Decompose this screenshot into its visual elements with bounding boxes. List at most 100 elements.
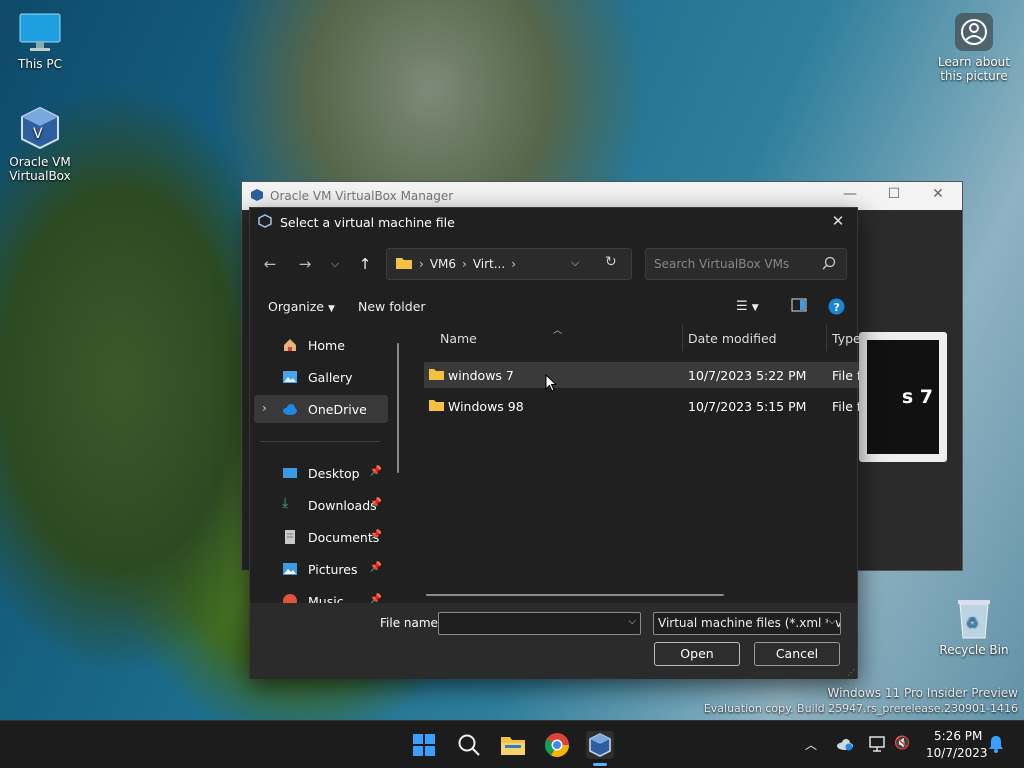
- vm-preview-screen: s 7: [867, 340, 939, 454]
- minimize-button[interactable]: —: [830, 186, 870, 206]
- search-placeholder: Search VirtualBox VMs: [654, 257, 790, 271]
- clock-time[interactable]: 5:26 PM: [934, 729, 982, 743]
- open-button[interactable]: Open: [654, 642, 740, 666]
- navigation-bar: ← → ⌵ ↑ › VM6 › Virt... › ⌵ ↻ Search Vir…: [250, 248, 857, 280]
- desktop-icon-this-pc[interactable]: This PC: [0, 10, 80, 71]
- file-row[interactable]: windows 7 10/7/2023 5:22 PM File fo: [424, 362, 859, 388]
- horizontal-scrollbar[interactable]: [426, 594, 724, 596]
- file-date: 10/7/2023 5:15 PM: [688, 399, 807, 414]
- volume-muted-icon[interactable]: 🔇: [894, 736, 910, 751]
- caret-down-icon: ▼: [327, 304, 335, 314]
- column-header-type[interactable]: Type: [832, 331, 859, 346]
- learn-about-picture[interactable]: Learn about this picture: [934, 12, 1014, 83]
- chevron-down-icon[interactable]: ⌵: [628, 616, 636, 627]
- search-input[interactable]: Search VirtualBox VMs: [645, 248, 847, 280]
- desktop-icon-label: Oracle VM VirtualBox: [9, 155, 71, 183]
- search-icon: [822, 256, 836, 273]
- sidebar-item-documents[interactable]: Documents 📌: [254, 523, 388, 551]
- pin-icon[interactable]: 📌: [370, 466, 382, 477]
- sidebar-divider: [260, 441, 380, 442]
- cloud-icon[interactable]: [836, 737, 854, 754]
- virtualbox-icon: [250, 188, 264, 205]
- forward-arrow-icon[interactable]: →: [295, 254, 315, 274]
- chevron-down-icon[interactable]: ⌵: [325, 254, 345, 274]
- home-icon: [282, 337, 298, 353]
- chrome-icon[interactable]: [543, 731, 571, 759]
- resize-grip-icon[interactable]: ⋰: [847, 668, 855, 677]
- organize-button[interactable]: Organize ▼: [268, 299, 335, 314]
- desktop-icon-label: Recycle Bin: [939, 643, 1009, 657]
- monitor-icon: [18, 10, 62, 54]
- cancel-button[interactable]: Cancel: [754, 642, 840, 666]
- refresh-icon[interactable]: ↻: [605, 254, 617, 270]
- chevron-up-icon[interactable]: ︿: [805, 736, 817, 753]
- column-divider[interactable]: [682, 325, 683, 351]
- file-type: File fo: [832, 399, 859, 414]
- search-icon[interactable]: [455, 731, 483, 759]
- document-icon: [282, 529, 298, 545]
- virtualbox-taskbar-icon[interactable]: [586, 731, 614, 759]
- pin-icon[interactable]: 📌: [370, 562, 382, 573]
- view-options-icon[interactable]: ☰ ▼: [736, 299, 759, 314]
- dialog-title-bar[interactable]: Select a virtual machine file: [250, 208, 857, 236]
- breadcrumb-item[interactable]: Virt...: [473, 257, 505, 271]
- chevron-down-icon[interactable]: ⌵: [571, 256, 579, 270]
- sidebar-scrollbar[interactable]: [397, 343, 399, 473]
- select-vm-file-dialog[interactable]: Select a virtual machine file ✕ ← → ⌵ ↑ …: [249, 207, 859, 679]
- sidebar-item-onedrive[interactable]: › OneDrive: [254, 395, 388, 423]
- network-icon[interactable]: [868, 736, 886, 755]
- pin-icon[interactable]: 📌: [370, 530, 382, 541]
- close-button[interactable]: ✕: [918, 186, 958, 206]
- clock-date[interactable]: 10/7/2023: [926, 746, 988, 760]
- breadcrumb-item[interactable]: VM6: [430, 257, 456, 271]
- desktop-icon-recycle-bin[interactable]: ♻ Recycle Bin: [934, 596, 1014, 657]
- file-type: File fo: [832, 368, 859, 383]
- watermark-line: Windows 11 Pro Insider Preview: [827, 686, 1018, 700]
- back-arrow-icon[interactable]: ←: [260, 254, 280, 274]
- pin-icon[interactable]: 📌: [370, 498, 382, 509]
- file-name-field[interactable]: ⌵: [438, 612, 641, 635]
- close-icon[interactable]: ✕: [825, 212, 851, 232]
- chevron-right-icon[interactable]: ›: [262, 401, 267, 415]
- sidebar-item-label: Downloads: [308, 497, 377, 513]
- up-arrow-icon[interactable]: ↑: [355, 254, 375, 274]
- column-header-date[interactable]: Date modified: [688, 331, 777, 346]
- address-bar[interactable]: › VM6 › Virt... › ⌵ ↻: [386, 248, 632, 280]
- maximize-button[interactable]: ☐: [874, 186, 914, 206]
- file-explorer-icon[interactable]: [499, 731, 527, 759]
- gallery-icon: [282, 369, 298, 385]
- sidebar-item-gallery[interactable]: Gallery: [254, 363, 388, 391]
- notification-bell-icon[interactable]: [988, 735, 1004, 756]
- breadcrumb-separator: ›: [511, 257, 517, 271]
- pin-icon[interactable]: 📌: [370, 594, 382, 603]
- dialog-footer: File name: ⌵ Virtual machine files (*.xm…: [250, 603, 857, 679]
- command-bar: Organize ▼ New folder ☰ ▼ ?: [250, 292, 857, 322]
- sidebar-item-downloads[interactable]: ⤓ Downloads 📌: [254, 491, 388, 519]
- sidebar-item-label: OneDrive: [308, 401, 367, 417]
- sidebar-item-desktop[interactable]: Desktop 📌: [254, 459, 388, 487]
- chevron-down-icon[interactable]: ⌵: [828, 616, 836, 627]
- navigation-pane: Home Gallery › OneDrive Desktop 📌 ⤓ Down…: [250, 323, 408, 603]
- folder-icon: [428, 368, 445, 384]
- sidebar-item-music[interactable]: Music 📌: [254, 587, 388, 603]
- svg-text:♻: ♻: [966, 615, 979, 631]
- new-folder-button[interactable]: New folder: [358, 299, 426, 314]
- mouse-cursor-icon: [545, 373, 558, 395]
- desktop-icon-virtualbox[interactable]: V Oracle VM VirtualBox: [0, 104, 80, 183]
- breadcrumb-separator: ›: [419, 257, 424, 271]
- organize-label: Organize: [268, 299, 324, 314]
- file-list: ︿ Name Date modified Type windows 7 10/7…: [410, 323, 859, 603]
- start-button[interactable]: [410, 731, 438, 759]
- sidebar-item-home[interactable]: Home: [254, 331, 388, 359]
- column-divider[interactable]: [826, 325, 827, 351]
- sidebar-item-label: Gallery: [308, 369, 353, 385]
- column-header-name[interactable]: Name: [440, 331, 477, 346]
- preview-pane-icon[interactable]: [791, 297, 807, 316]
- picture-icon: [282, 561, 298, 577]
- filter-value: Virtual machine files (*.xml *.vb: [658, 616, 841, 630]
- help-icon[interactable]: ?: [828, 298, 845, 318]
- sidebar-item-pictures[interactable]: Pictures 📌: [254, 555, 388, 583]
- file-name: Windows 98: [448, 399, 524, 414]
- file-row[interactable]: Windows 98 10/7/2023 5:15 PM File fo: [424, 393, 859, 419]
- file-type-filter[interactable]: Virtual machine files (*.xml *.vb ⌵: [653, 612, 841, 635]
